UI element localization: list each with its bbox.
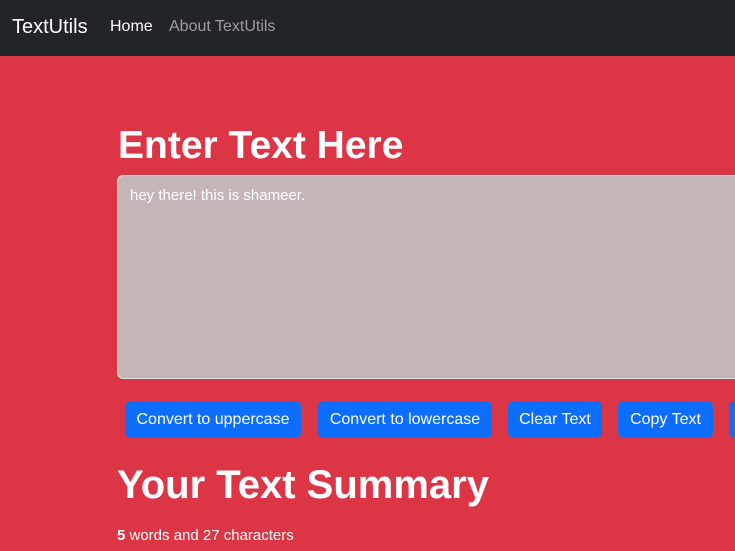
summary-text: 5 words and 27 characters: [117, 526, 294, 546]
brand-link[interactable]: TextUtils: [12, 15, 88, 39]
convert-uppercase-button[interactable]: Convert to uppercase: [125, 401, 301, 438]
page-title: Enter Text Here: [118, 124, 404, 167]
convert-lowercase-button[interactable]: Convert to lowercase: [318, 401, 492, 438]
clear-text-button[interactable]: Clear Text: [508, 401, 602, 438]
summary-heading: Your Text Summary: [117, 463, 489, 507]
text-input-area[interactable]: hey there! this is shameer.: [117, 175, 735, 379]
extra-button-partial[interactable]: [729, 401, 735, 438]
navbar: TextUtils Home About TextUtils: [0, 0, 735, 56]
nav-about-link[interactable]: About TextUtils: [169, 17, 275, 37]
copy-text-button[interactable]: Copy Text: [618, 401, 713, 438]
summary-rest: words and 27 characters: [125, 527, 294, 544]
nav-home-link[interactable]: Home: [110, 17, 153, 37]
